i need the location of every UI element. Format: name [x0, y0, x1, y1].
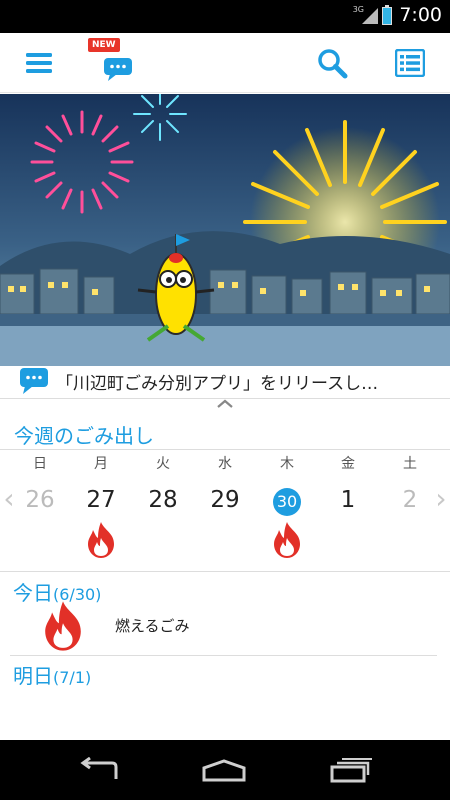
fire-icon	[274, 522, 300, 558]
new-badge: NEW	[88, 38, 120, 52]
weekday-label: 金	[341, 456, 355, 472]
week-schedule-title: 今週のごみ出し	[14, 424, 154, 448]
menu-button[interactable]	[19, 43, 59, 83]
news-ticker-text: 「川辺町ごみ分別アプリ」をリリースし…	[56, 373, 379, 394]
back-button[interactable]	[74, 755, 124, 785]
calendar-date[interactable]: 28	[143, 480, 183, 520]
fire-icon	[88, 522, 114, 558]
news-bubble-icon	[20, 368, 48, 394]
fireworks-scene-image	[0, 94, 450, 366]
weekday-label: 土	[403, 456, 417, 472]
search-icon	[318, 49, 348, 79]
calendar-date[interactable]: 1	[328, 480, 368, 520]
tomorrow-section-title: 明日(7/1)	[13, 660, 91, 689]
app-root: 3G 7:00 NEW 「川辺町ごみ分別アプリ」をリリースし… 今週のごみ出し …	[0, 0, 450, 800]
news-ticker[interactable]: 「川辺町ごみ分別アプリ」をリリースし…	[0, 366, 450, 396]
garbage-type-label: 燃えるごみ	[115, 617, 190, 635]
home-icon	[202, 759, 246, 782]
home-button[interactable]	[199, 755, 249, 785]
garbage-type-row	[0, 521, 450, 561]
tomorrow-date: (7/1)	[53, 668, 92, 687]
divider	[10, 655, 437, 656]
weekday-label: 日	[33, 456, 47, 472]
calendar-date[interactable]: 27	[81, 480, 121, 520]
status-bar: 3G 7:00	[0, 0, 450, 33]
weekday-label: 水	[218, 456, 232, 472]
calendar-date[interactable]: 2	[390, 480, 430, 520]
chevron-up-icon	[217, 399, 233, 408]
back-icon	[80, 757, 118, 779]
list-view-button[interactable]	[390, 43, 430, 83]
today-date-number: 30	[273, 488, 301, 516]
weekday-label: 月	[94, 456, 108, 472]
battery-icon	[382, 5, 392, 25]
calendar-date-today[interactable]: 30	[267, 480, 307, 520]
weekday-label: 木	[280, 456, 294, 472]
tomorrow-label: 明日	[13, 664, 53, 688]
divider	[0, 449, 450, 450]
status-time: 7:00	[399, 4, 442, 26]
today-garbage-item[interactable]: 燃えるごみ	[38, 600, 438, 652]
date-row: 26 27 28 29 30 1 2	[0, 480, 450, 520]
calendar-date[interactable]: 29	[205, 480, 245, 520]
divider	[0, 571, 450, 572]
recent-apps-button[interactable]	[325, 755, 375, 785]
news-button[interactable]: NEW	[88, 38, 138, 83]
collapse-handle[interactable]	[0, 398, 450, 410]
menu-icon	[26, 53, 52, 73]
banner-illustration[interactable]	[0, 94, 450, 366]
app-toolbar: NEW	[0, 33, 450, 93]
fire-icon	[45, 601, 81, 651]
weekday-label: 火	[156, 456, 170, 472]
recent-apps-icon	[330, 758, 372, 783]
weekday-header-row: 日 月 火 水 木 金 土	[0, 453, 450, 475]
signal-icon	[362, 8, 378, 24]
list-icon	[395, 49, 425, 77]
calendar-date[interactable]: 26	[20, 480, 60, 520]
system-navigation-bar	[0, 740, 450, 800]
search-button[interactable]	[312, 43, 352, 83]
